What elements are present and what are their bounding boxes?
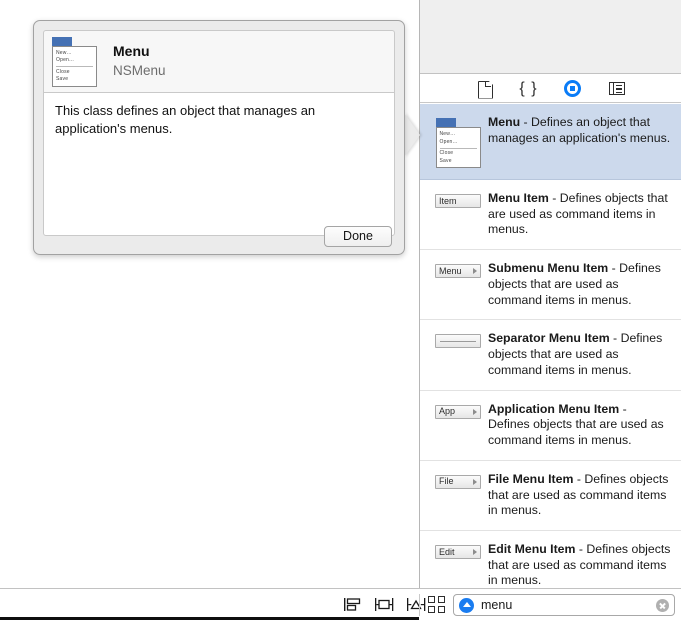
library-tab-bar: { } [420, 75, 681, 103]
menu-row-open: Open… [439, 138, 458, 145]
list-item-text: File Menu Item - Defines objects that ar… [486, 471, 671, 519]
menu-row-open: Open… [56, 57, 75, 63]
list-item-text: Application Menu Item - Defines objects … [486, 401, 671, 449]
popover-class-name: NSMenu [113, 62, 166, 78]
pin-button[interactable] [373, 596, 395, 614]
menu-row-save: Save [56, 76, 69, 82]
grid-cell [428, 596, 435, 603]
chip-label: Edit [439, 546, 455, 557]
list-item[interactable]: App Application Menu Item - Defines obje… [420, 391, 681, 461]
list-item-icon: App [430, 401, 486, 419]
popover-header: New… Open… Close Save Menu NSMenu [43, 30, 395, 92]
auto-layout-tools [341, 589, 427, 620]
popover-description: This class defines an object that manage… [43, 92, 395, 236]
done-button[interactable]: Done [324, 225, 392, 247]
list-item-title: Menu Item [488, 191, 549, 205]
popover-icon: New… Open… Close Save [52, 36, 104, 87]
menu-icon-divider [439, 147, 477, 149]
list-item-icon [430, 330, 486, 349]
edit-menu-item-chip-icon: Edit [435, 545, 481, 560]
grid-cell [438, 596, 445, 603]
menu-window-icon: New… Open… Close Save [435, 118, 481, 168]
media-library-tab[interactable] [606, 79, 628, 99]
chip-label: App [439, 406, 456, 417]
object-library-list[interactable]: New… Open… Close Save Menu - Defines an … [420, 104, 681, 588]
file-menu-item-chip-icon: File [435, 474, 481, 489]
list-item[interactable]: Menu Submenu Menu Item - Defines objects… [420, 250, 681, 321]
object-library-tab[interactable] [562, 79, 584, 99]
clear-icon[interactable] [656, 598, 669, 612]
resolve-auto-layout-issues-button[interactable] [405, 596, 427, 614]
media-list-icon [608, 82, 625, 95]
resolve-icon [407, 598, 426, 611]
page-title: Menu [113, 43, 150, 60]
popover-footer: Done [34, 218, 404, 254]
list-item-icon: Menu [430, 260, 486, 279]
list-item-title: Application Menu Item [488, 401, 620, 416]
library-grid-view-toggle[interactable] [428, 596, 446, 613]
separator-menu-item-icon [435, 334, 481, 349]
library-search-field[interactable]: menu [453, 594, 675, 616]
braces-icon: { } [519, 79, 538, 97]
bottom-toolbar: menu [0, 588, 681, 620]
file-icon [478, 81, 491, 97]
grid-cell [438, 606, 445, 613]
align-icon [344, 598, 361, 611]
chip-label: Menu [439, 265, 462, 276]
submenu-arrow-icon [473, 268, 477, 275]
list-item-text: Menu - Defines an object that manages an… [486, 114, 671, 146]
list-item[interactable]: Edit Edit Menu Item - Defines objects th… [420, 531, 681, 588]
toolbar-divider [419, 594, 420, 616]
object-library-panel: { } New… Open… Close Save Menu - Defines… [419, 0, 681, 588]
list-item-text: Separator Menu Item - Defines objects th… [486, 330, 671, 378]
menu-row-close: Close [56, 68, 70, 75]
submenu-arrow-icon [473, 408, 477, 415]
menu-item-chip-icon: Item [435, 194, 481, 208]
menu-row-save: Save [439, 157, 452, 164]
menu-row-new: New… [56, 49, 72, 56]
pin-icon [375, 598, 394, 611]
application-menu-item-chip-icon: App [435, 404, 481, 419]
quick-help-popover: New… Open… Close Save Menu NSMenu This c… [33, 20, 405, 255]
submenu-arrow-icon [473, 549, 477, 556]
list-item[interactable]: Item Menu Item - Defines objects that ar… [420, 180, 681, 251]
popover-header-text: Menu NSMenu [104, 43, 166, 79]
grid-cell [428, 606, 435, 613]
list-item[interactable]: New… Open… Close Save Menu - Defines an … [420, 104, 681, 180]
code-snippet-library-tab[interactable]: { } [518, 79, 540, 99]
list-item-title: File Menu Item [488, 471, 574, 486]
menu-row-new: New… [439, 131, 456, 137]
file-template-library-tab[interactable] [474, 79, 496, 99]
list-item-title: Menu [488, 115, 521, 129]
submenu-arrow-icon [473, 478, 477, 485]
filter-chevron-icon[interactable] [459, 597, 474, 613]
chip-label: File [439, 476, 454, 487]
list-item-text: Submenu Menu Item - Defines objects that… [486, 260, 671, 308]
list-item-title: Separator Menu Item [488, 331, 610, 346]
list-item[interactable]: File File Menu Item - Defines objects th… [420, 461, 681, 532]
list-item-icon: Edit [430, 541, 486, 560]
list-item-title: Edit Menu Item [488, 542, 576, 557]
list-item-text: Edit Menu Item - Defines objects that ar… [486, 541, 671, 588]
align-button[interactable] [341, 596, 363, 614]
object-circle-icon [564, 80, 581, 97]
list-item-text: Menu Item - Defines objects that are use… [486, 190, 671, 238]
submenu-menu-item-chip-icon: Menu [435, 264, 481, 279]
search-input[interactable]: menu [474, 598, 656, 612]
popover-arrow [404, 113, 420, 157]
chip-label: Item [439, 195, 457, 206]
app-root: { } New… Open… Close Save Menu - Defines… [0, 0, 681, 620]
menu-window-icon: New… Open… Close Save [52, 36, 97, 87]
list-item[interactable]: Separator Menu Item - Defines objects th… [420, 320, 681, 391]
menu-row-close: Close [439, 150, 454, 156]
list-item-icon: New… Open… Close Save [430, 114, 486, 168]
list-item-title: Submenu Menu Item [488, 261, 609, 276]
list-item-icon: Item [430, 190, 486, 208]
list-item-icon: File [430, 471, 486, 489]
menu-icon-divider [56, 66, 93, 67]
library-upper-blank-area [420, 0, 681, 74]
